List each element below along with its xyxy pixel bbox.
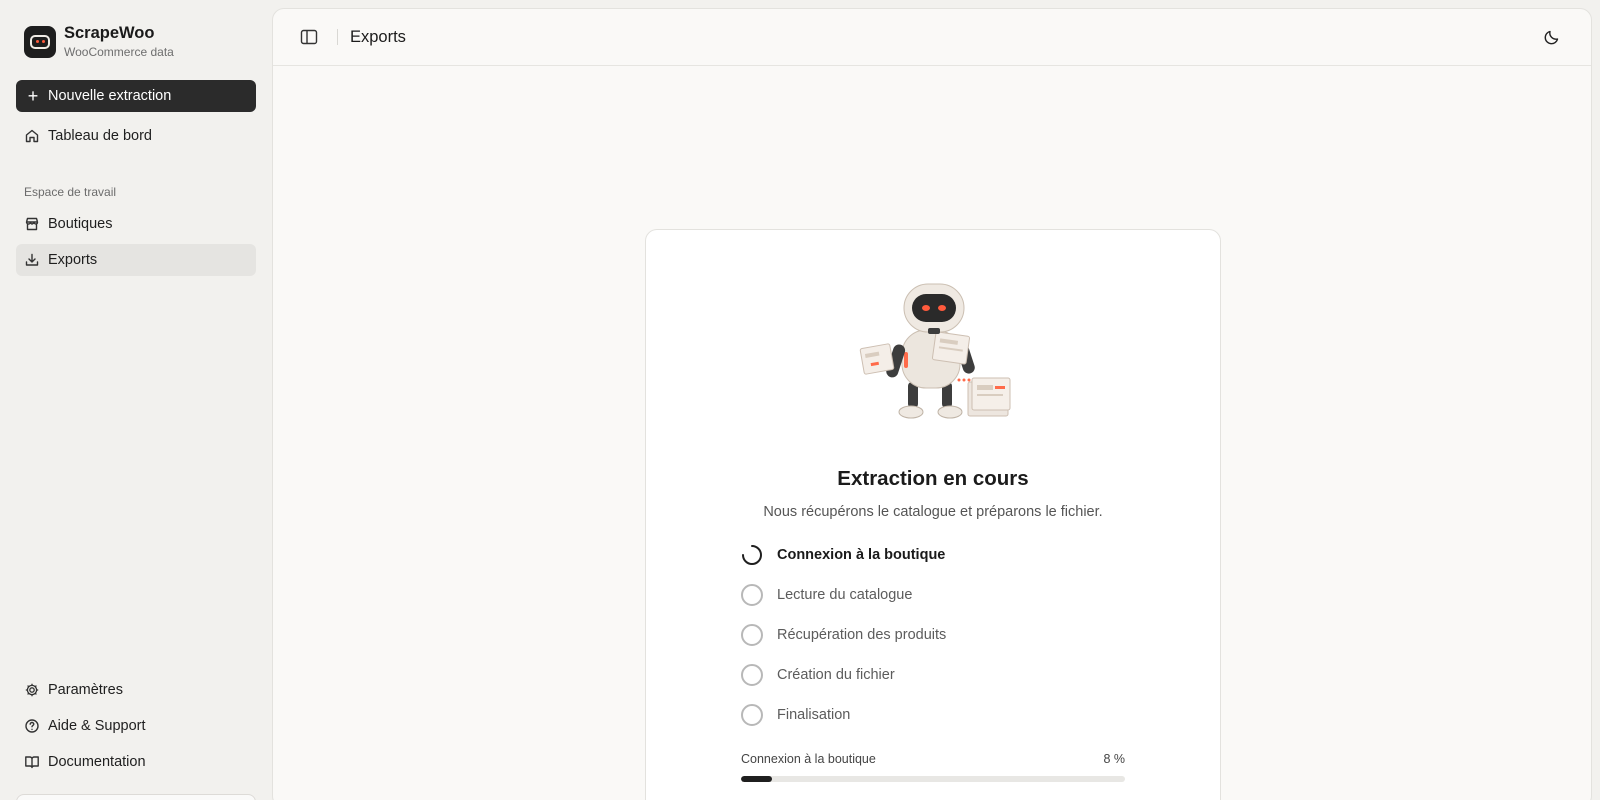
spinner-icon [742, 545, 762, 565]
topbar: Exports [273, 9, 1591, 66]
main-panel: Exports Extraction en cours Nous récupér… [272, 8, 1592, 800]
progress-info: Connexion à la boutique 8 % [741, 752, 1125, 766]
home-icon [25, 129, 39, 143]
sidebar-item-boutiques[interactable]: Boutiques [16, 208, 256, 240]
sidebar-item-label: Paramètres [48, 682, 123, 698]
step-item: Finalisation [741, 695, 1141, 735]
app-name: ScrapeWoo [64, 24, 155, 42]
download-icon [25, 253, 39, 266]
sidebar-item-label: Documentation [48, 754, 146, 770]
extraction-card: Extraction en cours Nous récupérons le c… [645, 229, 1221, 800]
step-label: Création du fichier [777, 667, 895, 683]
pending-circle-icon [741, 584, 763, 606]
brand[interactable]: ScrapeWoo WooCommerce data [24, 24, 174, 60]
plus-icon: + [27, 86, 39, 106]
section-label: Espace de travail [24, 185, 117, 199]
book-icon [25, 756, 39, 769]
store-icon [25, 217, 39, 231]
divider [337, 29, 338, 45]
progress-bar [741, 776, 1125, 782]
user-card[interactable] [16, 794, 256, 800]
step-list: Connexion à la boutique Lecture du catal… [741, 535, 1141, 735]
step-item: Création du fichier [741, 655, 1141, 695]
step-label: Connexion à la boutique [777, 547, 946, 563]
moon-icon[interactable] [1543, 28, 1561, 46]
sidebar: ScrapeWoo WooCommerce data + Nouvelle ex… [0, 0, 272, 800]
sidebar-item-dashboard[interactable]: Tableau de bord [16, 120, 256, 152]
gear-icon [25, 683, 39, 697]
step-label: Lecture du catalogue [777, 587, 913, 603]
robot-logo-icon [24, 26, 56, 58]
robot-illustration-icon [859, 283, 1011, 419]
progress-percent: 8 % [1103, 752, 1125, 766]
step-item: Lecture du catalogue [741, 575, 1141, 615]
help-circle-icon [25, 719, 39, 733]
step-item: Récupération des produits [741, 615, 1141, 655]
sidebar-item-exports[interactable]: Exports [16, 244, 256, 276]
sidebar-item-label: Aide & Support [48, 718, 146, 734]
step-label: Récupération des produits [777, 627, 947, 643]
new-extraction-label: Nouvelle extraction [48, 88, 172, 104]
sidebar-item-label: Boutiques [48, 216, 113, 232]
sidebar-item-label: Exports [48, 252, 98, 268]
app-subtitle: WooCommerce data [64, 45, 174, 59]
progress-fill [741, 776, 772, 782]
step-label: Finalisation [777, 707, 851, 723]
sidebar-toggle-icon[interactable] [300, 29, 318, 45]
sidebar-item-label: Tableau de bord [48, 128, 152, 144]
new-extraction-button[interactable]: + Nouvelle extraction [16, 80, 256, 112]
sidebar-item-documentation[interactable]: Documentation [16, 746, 256, 778]
extraction-subtitle: Nous récupérons le catalogue et préparon… [763, 504, 1103, 520]
extraction-title: Extraction en cours [837, 467, 1029, 490]
pending-circle-icon [741, 664, 763, 686]
progress-label: Connexion à la boutique [741, 752, 876, 766]
pending-circle-icon [741, 624, 763, 646]
page-title: Exports [350, 28, 406, 46]
sidebar-item-aide[interactable]: Aide & Support [16, 710, 256, 742]
sidebar-item-parametres[interactable]: Paramètres [16, 674, 256, 706]
pending-circle-icon [741, 704, 763, 726]
step-item: Connexion à la boutique [741, 535, 1141, 575]
